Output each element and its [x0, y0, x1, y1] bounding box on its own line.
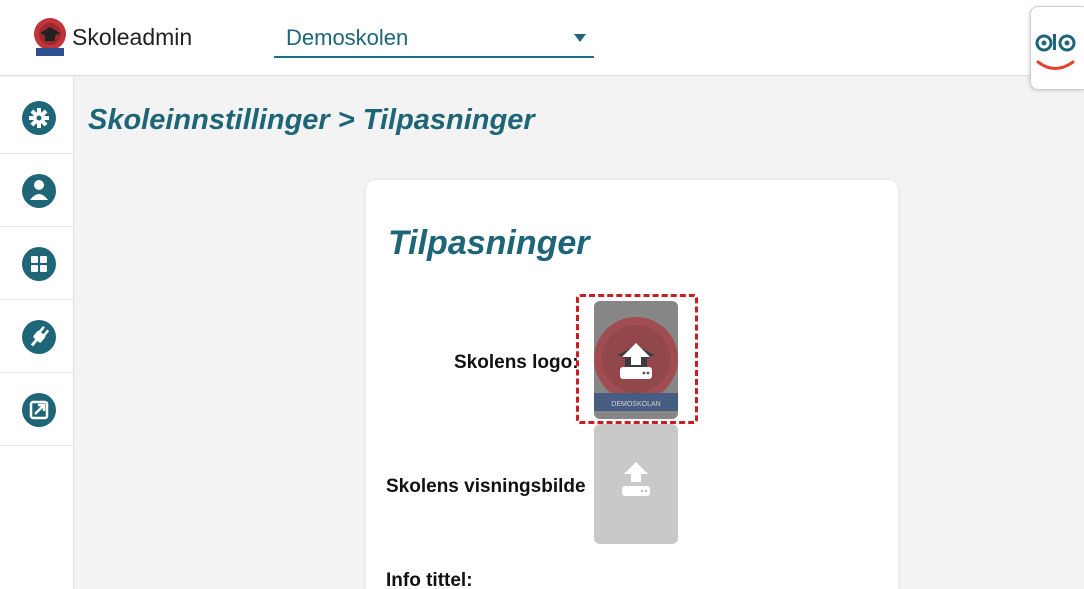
user-icon: [22, 174, 56, 208]
external-link-icon: [22, 393, 56, 427]
customization-card: Tilpasninger Skolens logo: DEMOSKOLAN Sk…: [366, 180, 898, 589]
sidebar-item-settings[interactable]: [0, 81, 74, 154]
school-logo-upload[interactable]: DEMOSKOLAN: [594, 301, 678, 419]
sidebar-item-integrations[interactable]: [0, 300, 74, 373]
display-image-label: Skolens visningsbilde: [386, 476, 586, 497]
gear-icon: [22, 101, 56, 135]
plug-icon: [22, 320, 56, 354]
sidebar-item-external[interactable]: [0, 373, 74, 446]
school-logo-image: DEMOSKOLAN: [594, 301, 678, 419]
caret-down-icon: [574, 34, 586, 42]
olo-badge[interactable]: [1030, 6, 1084, 90]
sidebar-item-apps[interactable]: [0, 227, 74, 300]
olo-face-icon: [1035, 34, 1076, 70]
display-image-upload[interactable]: [594, 424, 678, 544]
app-title: Skoleadmin: [72, 24, 193, 50]
card-title: Tilpasninger: [388, 224, 590, 262]
breadcrumb: Skoleinnstillinger > Tilpasninger: [88, 104, 535, 136]
info-title-label: Info tittel:: [386, 570, 473, 589]
upload-icon: [622, 462, 650, 496]
top-bar: Skoleadmin Demoskolen: [0, 0, 1084, 90]
sidebar-item-users[interactable]: [0, 154, 74, 227]
school-select-value: Demoskolen: [286, 25, 409, 50]
grid-icon: [22, 247, 56, 281]
school-logo-label: Skolens logo:: [454, 352, 579, 373]
sidebar: [0, 77, 74, 589]
school-badge-icon: [34, 18, 66, 56]
school-select[interactable]: Demoskolen: [274, 22, 594, 58]
